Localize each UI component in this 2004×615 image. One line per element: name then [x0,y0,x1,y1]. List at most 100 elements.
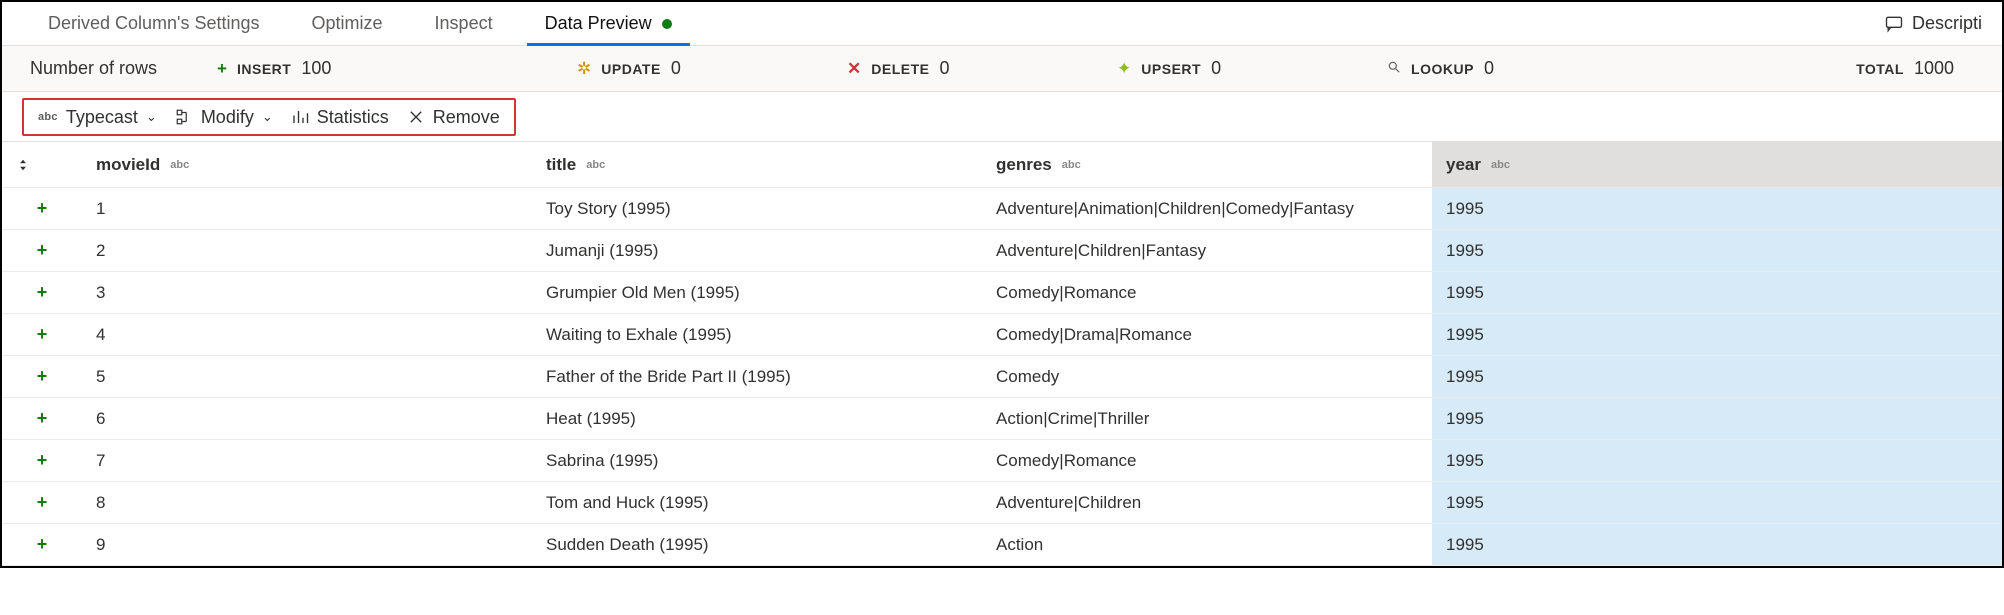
description-label: Descripti [1912,13,1982,34]
button-label: Modify [201,107,254,128]
cell-year: 1995 [1432,524,2002,565]
tab-data-preview[interactable]: Data Preview [519,2,698,45]
table-row[interactable]: +8Tom and Huck (1995)Adventure|Children1… [2,482,2002,524]
cell-genres: Comedy|Drama|Romance [982,314,1432,355]
cell-year: 1995 [1432,356,2002,397]
table-row[interactable]: +4Waiting to Exhale (1995)Comedy|Drama|R… [2,314,2002,356]
table-row[interactable]: +2Jumanji (1995)Adventure|Children|Fanta… [2,230,2002,272]
column-name: movieId [96,155,160,175]
cell-year: 1995 [1432,272,2002,313]
cell-title: Toy Story (1995) [532,188,982,229]
type-badge: abc [170,159,189,171]
column-name: year [1446,155,1481,175]
type-badge: abc [1491,159,1510,171]
typecast-button[interactable]: abc Typecast ⌄ [38,107,157,128]
add-row-icon[interactable]: + [2,230,82,271]
column-header-genres[interactable]: genres abc [982,142,1432,187]
description-button[interactable]: Descripti [1884,13,1982,34]
add-row-icon[interactable]: + [2,272,82,313]
tab-label: Data Preview [545,13,652,34]
cell-movieid: 3 [82,272,532,313]
cell-movieid: 7 [82,440,532,481]
column-header-year[interactable]: year abc [1432,142,2002,187]
tab-inspect[interactable]: Inspect [409,2,519,45]
column-header-movieid[interactable]: movieId abc [82,142,532,187]
tab-derived-column-settings[interactable]: Derived Column's Settings [22,2,286,45]
cell-movieid: 4 [82,314,532,355]
cell-genres: Action|Crime|Thriller [982,398,1432,439]
cell-title: Father of the Bride Part II (1995) [532,356,982,397]
stat-name: DELETE [871,61,929,77]
cell-title: Grumpier Old Men (1995) [532,272,982,313]
modify-icon [175,108,193,126]
cell-genres: Comedy|Romance [982,440,1432,481]
stat-update: ✲ UPDATE 0 [577,58,847,79]
chevron-down-icon: ⌄ [146,109,157,125]
x-icon: ✕ [847,59,861,79]
stat-value: 0 [1211,58,1221,79]
cell-year: 1995 [1432,314,2002,355]
stat-lookup: LOOKUP 0 [1387,58,1657,79]
add-row-icon[interactable]: + [2,314,82,355]
cell-movieid: 6 [82,398,532,439]
add-row-icon[interactable]: + [2,482,82,523]
add-row-icon[interactable]: + [2,188,82,229]
cell-genres: Comedy [982,356,1432,397]
cell-movieid: 5 [82,356,532,397]
search-icon [1387,59,1401,79]
stat-name: LOOKUP [1411,61,1474,77]
statistics-button[interactable]: Statistics [291,107,389,128]
stat-name: UPSERT [1141,61,1201,77]
table-row[interactable]: +5Father of the Bride Part II (1995)Come… [2,356,2002,398]
cell-title: Heat (1995) [532,398,982,439]
cell-genres: Action [982,524,1432,565]
cell-genres: Adventure|Animation|Children|Comedy|Fant… [982,188,1432,229]
button-label: Statistics [317,107,389,128]
tab-label: Inspect [435,13,493,34]
table-row[interactable]: +7Sabrina (1995)Comedy|Romance1995 [2,440,2002,482]
cell-year: 1995 [1432,482,2002,523]
plus-icon: + [217,59,227,79]
add-row-icon[interactable]: + [2,440,82,481]
cell-title: Tom and Huck (1995) [532,482,982,523]
row-stats: Number of rows + INSERT 100 ✲ UPDATE 0 ✕… [2,46,2002,92]
close-icon [407,108,425,126]
add-row-icon[interactable]: + [2,524,82,565]
cell-year: 1995 [1432,188,2002,229]
table-header: movieId abc title abc genres abc year ab… [2,142,2002,188]
cell-year: 1995 [1432,398,2002,439]
sort-column[interactable] [2,142,82,187]
tabs-bar: Derived Column's Settings Optimize Inspe… [2,2,2002,46]
table-row[interactable]: +6Heat (1995)Action|Crime|Thriller1995 [2,398,2002,440]
comment-icon [1884,14,1904,34]
abc-icon: abc [38,111,58,123]
data-table: movieId abc title abc genres abc year ab… [2,142,2002,566]
statistics-icon [291,108,309,126]
column-header-title[interactable]: title abc [532,142,982,187]
sun-icon: ✲ [577,59,591,79]
remove-button[interactable]: Remove [407,107,500,128]
stat-total: TOTAL 1000 [1657,58,1974,79]
button-label: Remove [433,107,500,128]
table-row[interactable]: +9Sudden Death (1995)Action1995 [2,524,2002,566]
type-badge: abc [1062,159,1081,171]
highlighted-toolbar-group: abc Typecast ⌄ Modify ⌄ Statistics Remov… [22,98,516,136]
modify-button[interactable]: Modify ⌄ [175,107,273,128]
table-row[interactable]: +1Toy Story (1995)Adventure|Animation|Ch… [2,188,2002,230]
column-name: title [546,155,576,175]
rows-label: Number of rows [30,58,157,79]
add-row-icon[interactable]: + [2,356,82,397]
stat-value: 0 [671,58,681,79]
upsert-icon: ✦ [1117,59,1131,79]
cell-genres: Comedy|Romance [982,272,1432,313]
cell-year: 1995 [1432,230,2002,271]
cell-movieid: 9 [82,524,532,565]
cell-title: Waiting to Exhale (1995) [532,314,982,355]
add-row-icon[interactable]: + [2,398,82,439]
chevron-down-icon: ⌄ [262,109,273,125]
stat-value: 0 [940,58,950,79]
cell-title: Sabrina (1995) [532,440,982,481]
table-row[interactable]: +3Grumpier Old Men (1995)Comedy|Romance1… [2,272,2002,314]
tab-optimize[interactable]: Optimize [286,2,409,45]
cell-title: Sudden Death (1995) [532,524,982,565]
